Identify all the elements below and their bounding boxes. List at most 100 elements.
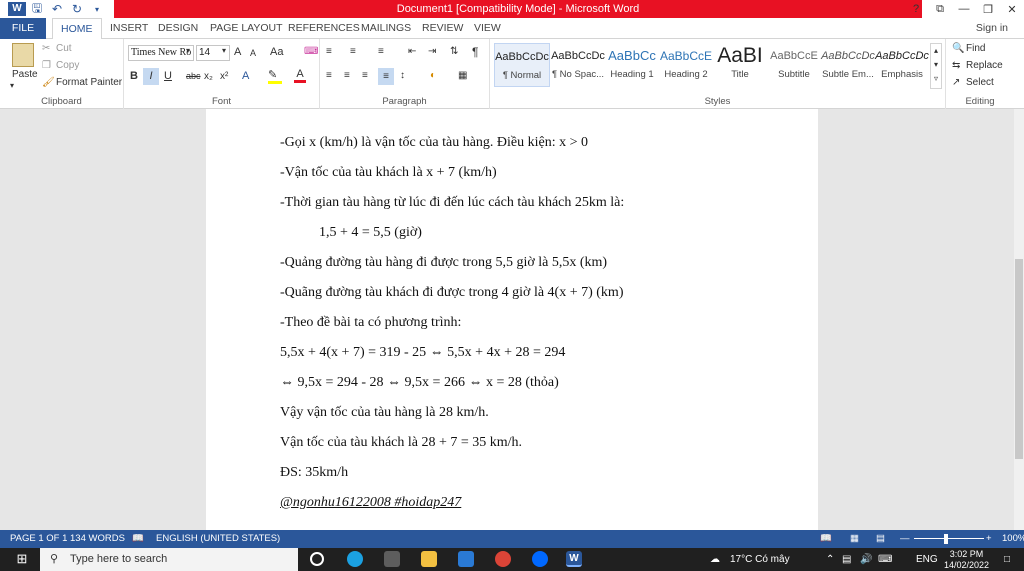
page-count[interactable]: PAGE 1 OF 1	[10, 530, 67, 548]
redo-icon[interactable]: ↻	[68, 2, 86, 16]
zalo-icon[interactable]	[532, 551, 548, 567]
style-title[interactable]: AaBI Title	[712, 43, 768, 87]
zoom-slider[interactable]	[914, 538, 984, 539]
bullets-icon[interactable]: ≡	[326, 46, 332, 57]
style-subtitle[interactable]: AaBbCcE Subtitle	[766, 43, 822, 87]
vertical-scrollbar[interactable]	[1014, 109, 1024, 530]
line-spacing-icon[interactable]: ↕	[400, 70, 405, 81]
tab-view[interactable]: VIEW	[474, 18, 501, 39]
read-mode-icon[interactable]: 📖	[820, 530, 832, 548]
doc-signature-line[interactable]: @ngonhu16122008 #hoidap247	[280, 495, 461, 511]
style-subtle-emphasis[interactable]: AaBbCcDc Subtle Em...	[820, 43, 876, 87]
subscript-button[interactable]: x₂	[204, 71, 213, 82]
tab-insert[interactable]: INSERT	[110, 18, 148, 39]
shrink-font-button[interactable]: A	[250, 48, 256, 58]
doc-line[interactable]: -Theo đề bài ta có phương trình:	[280, 315, 461, 331]
save-icon[interactable]: 🖫	[28, 0, 46, 20]
style-normal[interactable]: AaBbCcDc ¶ Normal	[494, 43, 550, 87]
select-button[interactable]: Select	[966, 77, 994, 88]
sort-icon[interactable]: ⇅	[450, 46, 458, 57]
show-formatting-icon[interactable]: ¶	[472, 45, 478, 59]
windows-start-icon[interactable]: ⊞	[14, 551, 30, 567]
weather-status[interactable]: 17°C Có mây	[730, 548, 790, 571]
clear-formatting-icon[interactable]: ⌨	[304, 46, 318, 57]
scroll-thumb[interactable]	[1015, 259, 1023, 459]
file-explorer-icon[interactable]	[421, 551, 437, 567]
doc-line[interactable]: ĐS: 35km/h	[280, 465, 348, 481]
format-painter-button[interactable]: Format Painter	[56, 77, 122, 88]
tab-design[interactable]: DESIGN	[158, 18, 198, 39]
sign-in-link[interactable]: Sign in	[976, 18, 1008, 39]
doc-line[interactable]: -Quảng đường tàu hàng đi được trong 5,5 …	[280, 255, 607, 271]
align-left-icon[interactable]: ≡	[326, 70, 332, 81]
style-heading-1[interactable]: AaBbCc Heading 1	[604, 43, 660, 87]
doc-line[interactable]: -Gọi x (km/h) là vận tốc của tàu hàng. Đ…	[280, 135, 588, 151]
zoom-in-icon[interactable]: +	[986, 530, 992, 548]
style-heading-2[interactable]: AaBbCcE Heading 2	[658, 43, 714, 87]
ribbon-display-button[interactable]: ⧉	[928, 3, 952, 16]
superscript-button[interactable]: x²	[220, 71, 228, 82]
keyboard-icon[interactable]: ⌨	[878, 548, 892, 571]
chrome-icon[interactable]	[495, 551, 511, 567]
find-button[interactable]: Find	[966, 43, 985, 54]
proofing-icon[interactable]: 📖	[132, 530, 144, 548]
language-status[interactable]: ENGLISH (UNITED STATES)	[156, 530, 280, 548]
underline-button[interactable]: U	[164, 70, 172, 82]
close-button[interactable]: ✕	[1000, 3, 1024, 16]
doc-line[interactable]: ⇔ 9,5x = 294 - 28 ⇔ 9,5x = 266 ⇔ x = 28 …	[280, 375, 559, 391]
shading-icon[interactable]: ◐	[430, 70, 436, 81]
zoom-out-icon[interactable]: —	[900, 530, 910, 548]
volume-icon[interactable]: 🔊	[860, 548, 872, 571]
font-color-icon[interactable]: A	[294, 68, 306, 83]
styles-scroll-icon[interactable]: ▴ ▾ ▿	[930, 43, 942, 89]
strikethrough-button[interactable]: abc	[186, 71, 201, 81]
word-app-icon[interactable]: W	[8, 2, 26, 16]
network-icon[interactable]: ▤	[842, 548, 851, 571]
highlight-icon[interactable]: ✎	[268, 68, 282, 84]
change-case-button[interactable]: Aa	[270, 46, 283, 58]
tab-references[interactable]: REFERENCES	[288, 18, 360, 39]
style-no-spacing[interactable]: AaBbCcDc ¶ No Spac...	[550, 43, 606, 87]
word-count[interactable]: 134 WORDS	[70, 530, 125, 548]
mail-icon[interactable]	[458, 551, 474, 567]
tab-home[interactable]: HOME	[52, 18, 102, 40]
taskbar-search[interactable]: ⚲ Type here to search	[40, 548, 298, 571]
paste-button[interactable]: Paste	[12, 69, 38, 80]
tray-chevron-icon[interactable]: ⌃	[826, 548, 834, 571]
borders-icon[interactable]: ▦	[458, 70, 467, 81]
doc-line[interactable]: -Quãng đường tàu khách đi được trong 4 g…	[280, 285, 624, 301]
font-size-dropdown-icon[interactable]: ▾	[222, 46, 226, 55]
customize-qat-icon[interactable]: ▾	[88, 5, 106, 14]
edge-icon[interactable]	[347, 551, 363, 567]
doc-line[interactable]: -Vận tốc của tàu khách là x + 7 (km/h)	[280, 165, 497, 181]
style-emphasis[interactable]: AaBbCcDc Emphasis	[874, 43, 930, 87]
paste-icon[interactable]	[12, 43, 34, 67]
help-button[interactable]: ?	[904, 3, 928, 15]
notification-icon[interactable]: □	[1004, 548, 1010, 571]
doc-line[interactable]: 5,5x + 4(x + 7) = 319 - 25 ⇔ 5,5x + 4x +…	[280, 345, 565, 361]
store-icon[interactable]	[384, 551, 400, 567]
font-family-dropdown-icon[interactable]: ▾	[186, 46, 190, 55]
doc-line[interactable]: Vậy vận tốc của tàu hàng là 28 km/h.	[280, 405, 489, 421]
document-page[interactable]: -Gọi x (km/h) là vận tốc của tàu hàng. Đ…	[206, 109, 818, 530]
multilevel-list-icon[interactable]: ≡	[378, 46, 384, 57]
replace-button[interactable]: Replace	[966, 60, 1003, 71]
cut-button[interactable]: Cut	[56, 43, 72, 54]
grow-font-button[interactable]: A	[234, 46, 241, 58]
zoom-level[interactable]: 100%	[1002, 530, 1024, 548]
clock[interactable]: 3:02 PM 14/02/2022	[944, 549, 989, 571]
undo-icon[interactable]: ↶	[48, 2, 66, 16]
align-right-icon[interactable]: ≡	[362, 70, 368, 81]
tab-page-layout[interactable]: PAGE LAYOUT	[210, 18, 283, 39]
word-taskbar-icon[interactable]: W	[566, 551, 582, 567]
tab-mailings[interactable]: MAILINGS	[361, 18, 411, 39]
italic-button[interactable]: I	[143, 68, 159, 85]
align-center-icon[interactable]: ≡	[344, 70, 350, 81]
doc-line[interactable]: -Thời gian tàu hàng từ lúc đi đến lúc cá…	[280, 195, 624, 211]
text-effects-icon[interactable]: A	[242, 70, 249, 82]
increase-indent-icon[interactable]: ⇥	[428, 46, 436, 57]
bold-button[interactable]: B	[130, 70, 138, 82]
print-layout-icon[interactable]: ▦	[850, 530, 859, 548]
input-language[interactable]: ENG	[916, 548, 938, 571]
web-layout-icon[interactable]: ▤	[876, 530, 885, 548]
